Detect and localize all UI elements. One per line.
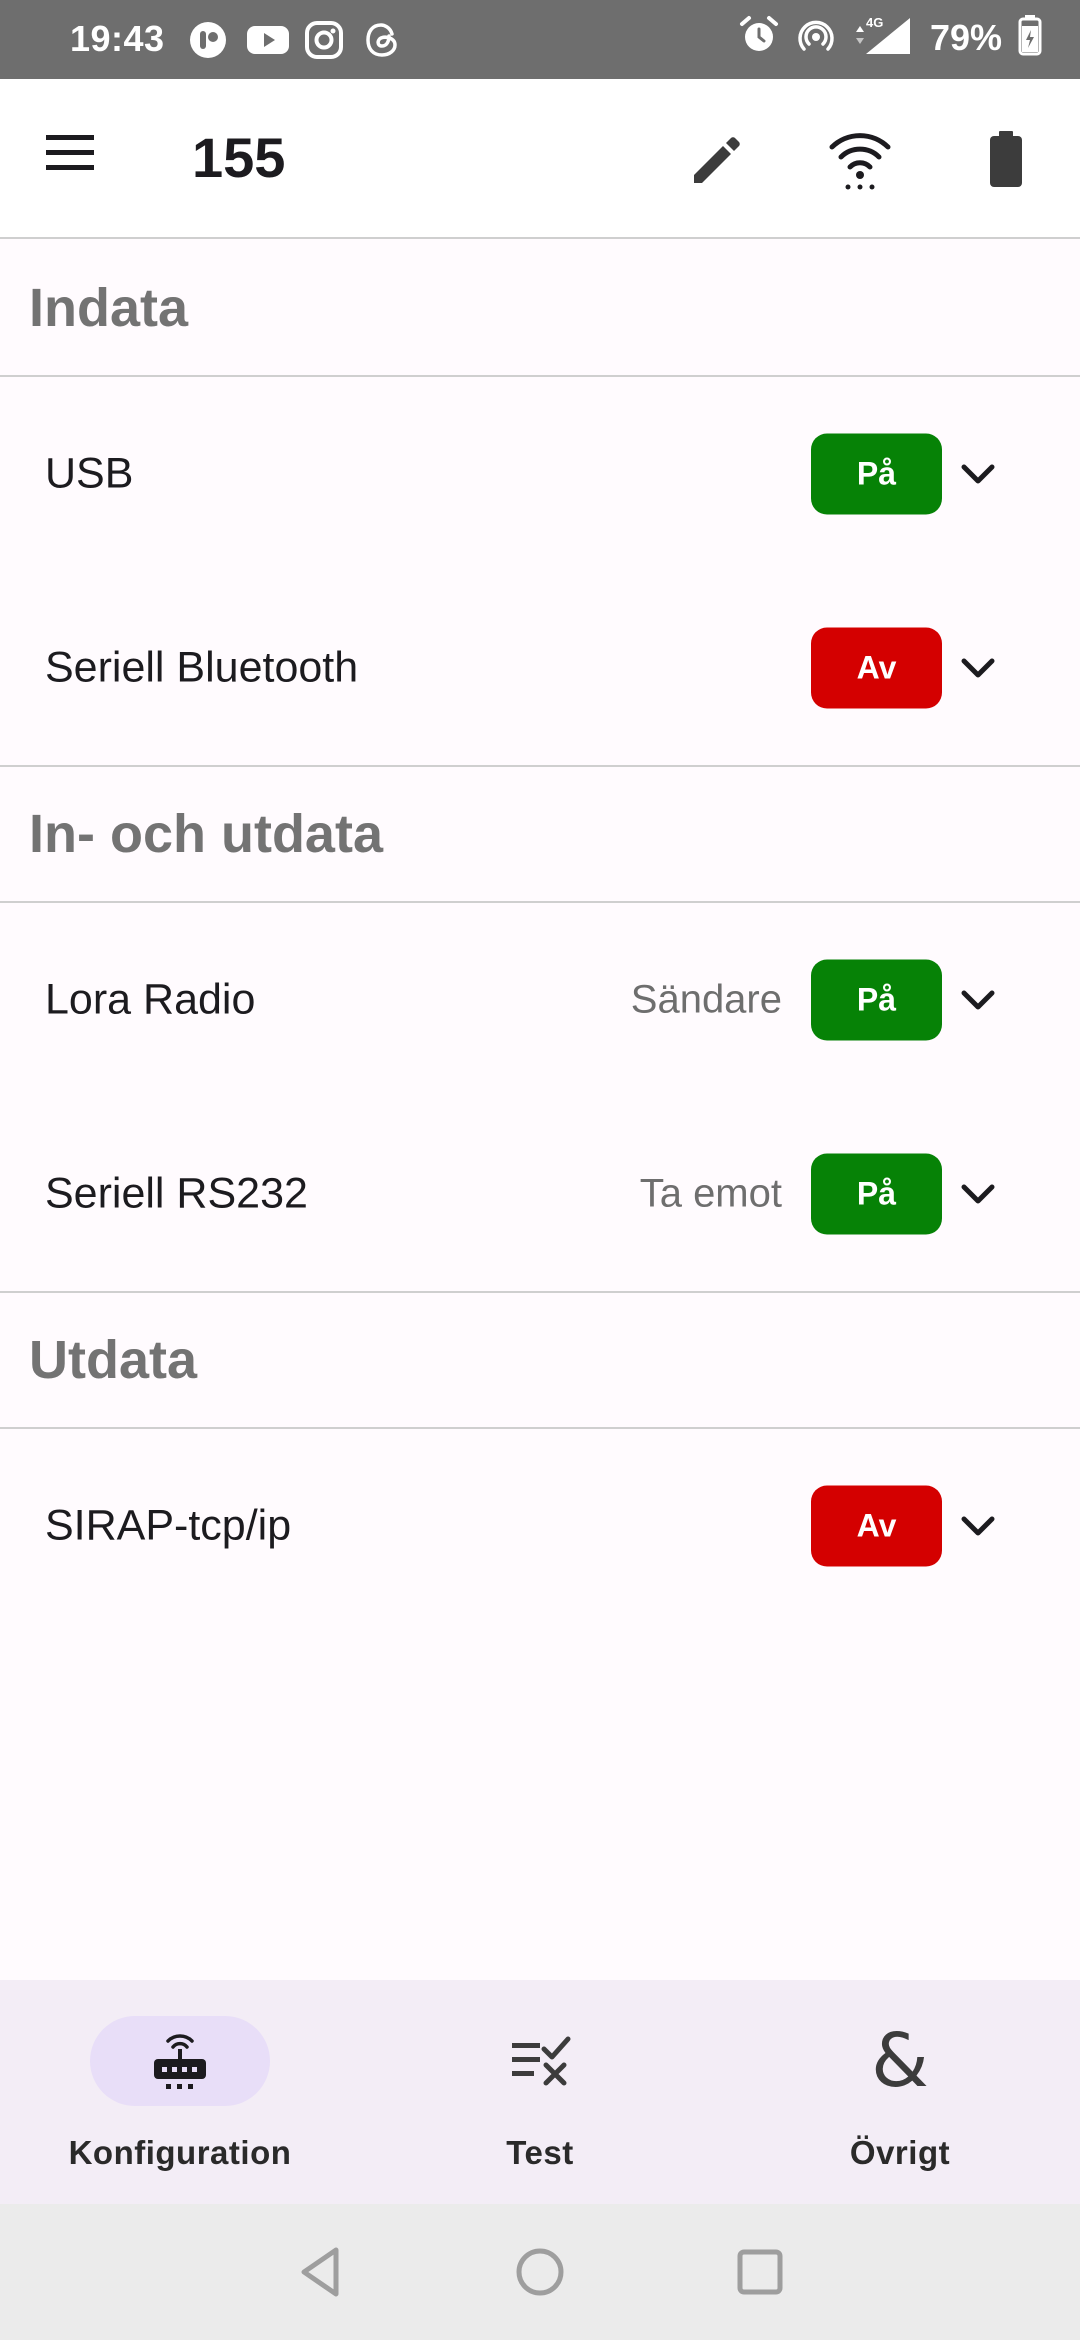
status-toggle-on[interactable]: På: [811, 433, 942, 515]
status-toggle-on[interactable]: På: [811, 959, 942, 1041]
row-label: SIRAP-tcp/ip: [45, 1501, 292, 1550]
router-icon: [148, 2027, 212, 2096]
app-notification-icon: [188, 20, 228, 60]
row-mode: Sändare: [630, 977, 782, 1022]
section-title: In- och utdata: [29, 804, 383, 864]
svg-text:4G: 4G: [866, 15, 883, 30]
list-item[interactable]: USB På: [0, 377, 1080, 571]
menu-icon[interactable]: [42, 133, 102, 185]
list-item[interactable]: Seriell RS232 Ta emot På: [0, 1097, 1080, 1291]
status-toggle-on[interactable]: På: [811, 1153, 942, 1235]
row-label: Lora Radio: [45, 975, 256, 1024]
nav-item-ovrigt[interactable]: & Övrigt: [720, 1980, 1080, 2204]
section-title: Utdata: [29, 1330, 198, 1390]
status-toggle-off[interactable]: Av: [811, 627, 942, 709]
threads-icon: [362, 20, 402, 60]
section-title: Indata: [29, 278, 189, 338]
home-icon[interactable]: [510, 2242, 570, 2302]
chevron-down-icon[interactable]: [958, 454, 998, 494]
bottom-navigation: Konfiguration Test & Övrigt: [0, 1980, 1080, 2204]
status-time: 19:43: [70, 18, 165, 59]
row-label: Seriell RS232: [45, 1169, 308, 1218]
section-header: Utdata: [0, 1293, 1080, 1429]
section-body: Lora Radio Sändare På Seriell RS232 Ta e…: [0, 903, 1080, 1293]
alarm-icon: [738, 14, 780, 61]
nav-item-konfiguration[interactable]: Konfiguration: [0, 1980, 360, 2204]
nav-label: Övrigt: [849, 2134, 951, 2171]
row-mode: Ta emot: [639, 1171, 782, 1216]
chevron-down-icon[interactable]: [958, 648, 998, 688]
edit-icon[interactable]: [678, 123, 750, 195]
battery-percent: 79%: [929, 16, 1002, 58]
battery-charging-icon: [1018, 14, 1042, 61]
chevron-down-icon[interactable]: [958, 1174, 998, 1214]
status-bar: 19:43 4G 79%: [0, 0, 1080, 79]
youtube-icon: [246, 20, 289, 60]
instagram-icon: [304, 20, 344, 60]
hotspot-icon: [796, 15, 836, 60]
section-header: In- och utdata: [0, 767, 1080, 903]
section-header: Indata: [0, 241, 1080, 377]
system-navigation-bar: [0, 2204, 1080, 2340]
nav-label: Konfiguration: [68, 2134, 292, 2171]
page-title: 155: [192, 126, 286, 189]
nav-label: Test: [506, 2134, 574, 2171]
battery-icon[interactable]: [970, 123, 1042, 195]
ampersand-icon: &: [871, 2018, 929, 2104]
io-settings-list: Indata USB På Seriell Bluetooth Av In- o…: [0, 241, 1080, 1623]
nav-icon-container: [450, 2016, 630, 2106]
list-item[interactable]: Seriell Bluetooth Av: [0, 571, 1080, 765]
chevron-down-icon[interactable]: [958, 1506, 998, 1546]
section-body: SIRAP-tcp/ip Av: [0, 1429, 1080, 1623]
chevron-down-icon[interactable]: [958, 980, 998, 1020]
checklist-icon: [508, 2027, 572, 2096]
nav-icon-container: &: [810, 2016, 990, 2106]
list-item[interactable]: Lora Radio Sändare På: [0, 903, 1080, 1097]
nav-item-test[interactable]: Test: [360, 1980, 720, 2204]
status-indicators: 4G 79%: [738, 14, 1042, 61]
list-item[interactable]: SIRAP-tcp/ip Av: [0, 1429, 1080, 1623]
active-indicator: [90, 2016, 270, 2106]
back-icon[interactable]: [292, 2242, 352, 2302]
row-label: Seriell Bluetooth: [45, 643, 359, 692]
notification-icons: [188, 20, 402, 60]
mobile-signal-icon: 4G: [852, 14, 914, 61]
app-bar: 155: [0, 79, 1080, 239]
row-label: USB: [45, 449, 134, 498]
status-toggle-off[interactable]: Av: [811, 1485, 942, 1567]
section-body: USB På Seriell Bluetooth Av: [0, 377, 1080, 767]
recent-apps-icon[interactable]: [730, 2242, 790, 2302]
wifi-icon[interactable]: [824, 123, 896, 195]
